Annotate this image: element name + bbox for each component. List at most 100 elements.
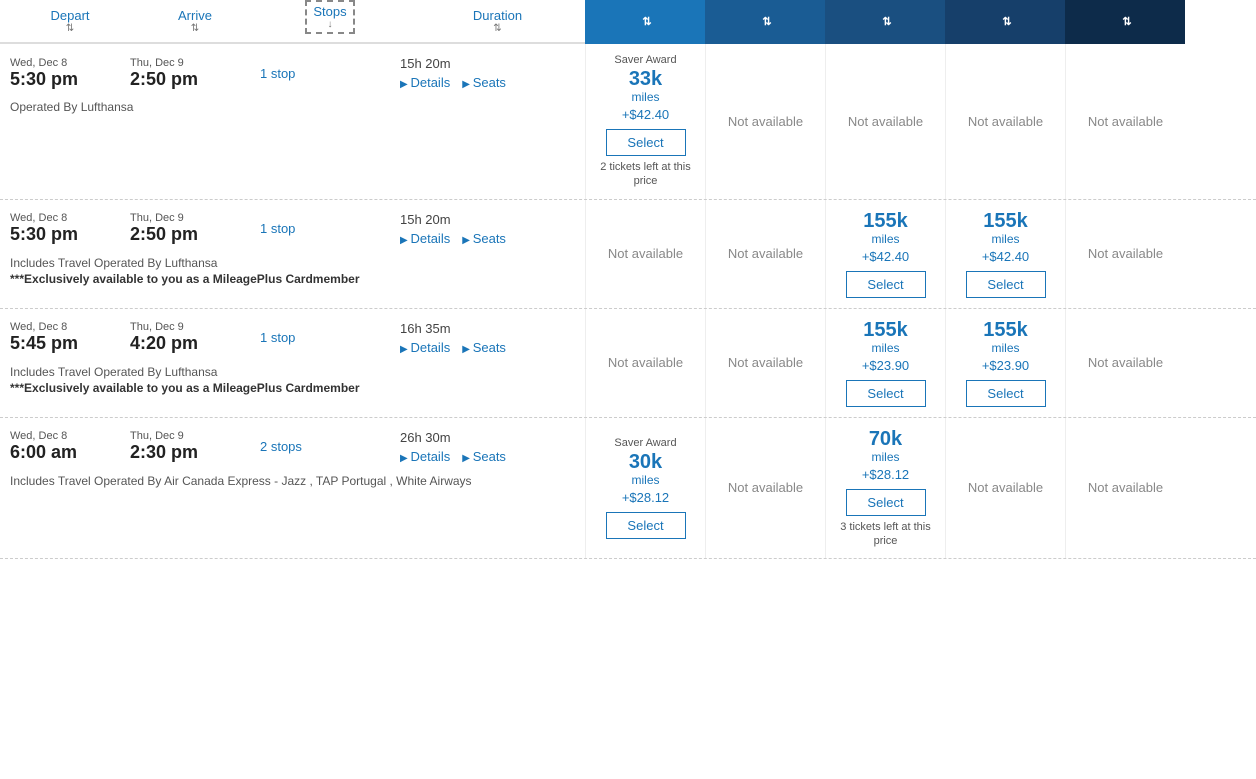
depart-block: Wed, Dec 86:00 am — [10, 430, 130, 463]
arrive-date: Thu, Dec 9 — [130, 430, 260, 442]
business-mixed-fare-cell: 155kmiles+$23.90Select — [825, 309, 945, 417]
select-button[interactable]: Select — [966, 271, 1046, 298]
business-mixed-fare-cell: 155kmiles +$42.40 Select — [825, 200, 945, 308]
depart-label: Depart — [50, 8, 89, 23]
business-header: ⇅ — [945, 0, 1065, 44]
operated-by-label: Includes Travel Operated By Air Canada E… — [10, 474, 575, 488]
arrive-date: Thu, Dec 9 — [130, 57, 260, 69]
depart-time: 5:45 pm — [10, 333, 130, 354]
flight-results-container: Depart ⇅ Arrive ⇅ Stops ↓ Duration ⇅ ⇅ — [0, 0, 1256, 559]
miles-unit: miles — [631, 473, 659, 487]
tickets-left-label: 3 tickets left at this price — [832, 520, 939, 549]
arrive-date: Thu, Dec 9 — [130, 321, 260, 333]
business-sort-icon: ⇅ — [1002, 15, 1011, 29]
sort-stops[interactable]: Stops ↓ — [260, 0, 400, 34]
miles-value: 30k — [629, 451, 662, 473]
economy-fare-cell: Saver Award30kmiles+$28.12Select — [585, 418, 705, 559]
sort-arrive[interactable]: Arrive ⇅ — [130, 8, 260, 34]
miles-value: 155k — [863, 210, 908, 232]
arrive-block: Thu, Dec 92:30 pm — [130, 430, 260, 463]
details-link[interactable]: Details — [400, 231, 450, 246]
depart-date: Wed, Dec 8 — [10, 321, 130, 333]
premium-economy-fare-cell: Not available — [705, 309, 825, 417]
cash-value: +$23.90 — [862, 358, 909, 373]
select-button[interactable]: Select — [966, 380, 1046, 407]
miles-unit: miles — [871, 232, 899, 246]
stops-value: 1 stop — [260, 221, 400, 236]
duration-value: 26h 30m — [400, 430, 595, 445]
miles-unit: miles — [871, 450, 899, 464]
economy-fare-cell: Not available — [585, 309, 705, 417]
not-available-label: Not available — [968, 480, 1043, 495]
flight-info-cell: Wed, Dec 85:30 pmThu, Dec 92:50 pm1 stop… — [0, 44, 585, 199]
cash-value: +$42.40 — [982, 249, 1029, 264]
select-button[interactable]: Select — [606, 512, 686, 539]
not-available-label: Not available — [608, 246, 683, 261]
economy-header: ⇅ — [585, 0, 705, 44]
sort-depart[interactable]: Depart ⇅ — [10, 8, 130, 34]
details-link[interactable]: Details — [400, 340, 450, 355]
not-available-label: Not available — [1088, 114, 1163, 129]
business-fare-cell: 155kmiles+$23.90Select — [945, 309, 1065, 417]
depart-date: Wed, Dec 8 — [10, 430, 130, 442]
table-row: Wed, Dec 85:45 pmThu, Dec 94:20 pm1 stop… — [0, 309, 1256, 418]
miles-unit: miles — [991, 232, 1019, 246]
business-fare-cell: Not available — [945, 418, 1065, 559]
first-mixed-fare-cell: Not available — [1065, 44, 1185, 199]
cash-value: +$28.12 — [862, 467, 909, 482]
miles-value: 33k — [629, 68, 662, 90]
duration-value: 16h 35m — [400, 321, 595, 336]
depart-block: Wed, Dec 85:30 pm — [10, 212, 130, 245]
depart-time: 5:30 pm — [10, 69, 130, 90]
miles-value: 155k — [983, 210, 1028, 232]
table-row: Wed, Dec 85:30 pmThu, Dec 92:50 pm1 stop… — [0, 200, 1256, 309]
award-label: Saver Award — [614, 54, 676, 66]
depart-date: Wed, Dec 8 — [10, 212, 130, 224]
not-available-label: Not available — [968, 114, 1043, 129]
first-mixed-header: ⇅ — [1065, 0, 1185, 44]
operated-by-label: Includes Travel Operated By Lufthansa — [10, 256, 575, 270]
seats-link[interactable]: Seats — [462, 449, 506, 464]
cash-value: +$23.90 — [982, 358, 1029, 373]
not-available-label: Not available — [728, 246, 803, 261]
cash-value: +$42.40 — [862, 249, 909, 264]
not-available-label: Not available — [728, 355, 803, 370]
not-available-label: Not available — [848, 114, 923, 129]
stops-value: 1 stop — [260, 66, 400, 81]
duration-links: 26h 30m Details Seats — [400, 430, 595, 464]
first-mixed-sort-icon: ⇅ — [1122, 15, 1131, 29]
not-available-label: Not available — [728, 114, 803, 129]
award-label: Saver Award — [614, 437, 676, 449]
not-available-label: Not available — [1088, 480, 1163, 495]
duration-value: 15h 20m — [400, 56, 595, 71]
depart-date: Wed, Dec 8 — [10, 57, 130, 69]
table-row: Wed, Dec 85:30 pmThu, Dec 92:50 pm1 stop… — [0, 44, 1256, 200]
miles-value: 70k — [869, 428, 902, 450]
duration-links: 15h 20m Details Seats — [400, 56, 595, 90]
select-button[interactable]: Select — [846, 380, 926, 407]
duration-links: 16h 35m Details Seats — [400, 321, 595, 355]
table-row: Wed, Dec 86:00 amThu, Dec 92:30 pm2 stop… — [0, 418, 1256, 560]
seats-link[interactable]: Seats — [462, 231, 506, 246]
seats-link[interactable]: Seats — [462, 75, 506, 90]
select-button[interactable]: Select — [846, 489, 926, 516]
first-mixed-fare-cell: Not available — [1065, 200, 1185, 308]
business-mixed-fare-cell: Not available — [825, 44, 945, 199]
flight-info-cell: Wed, Dec 86:00 amThu, Dec 92:30 pm2 stop… — [0, 418, 585, 559]
business-mixed-fare-cell: 70kmiles +$28.12 Select 3 tickets left at t… — [825, 418, 945, 559]
not-available-label: Not available — [1088, 246, 1163, 261]
business-fare-cell: Not available — [945, 44, 1065, 199]
flight-info-cell: Wed, Dec 85:30 pmThu, Dec 92:50 pm1 stop… — [0, 200, 585, 308]
duration-label: Duration — [473, 8, 522, 23]
select-button[interactable]: Select — [606, 129, 686, 156]
details-link[interactable]: Details — [400, 449, 450, 464]
sort-duration[interactable]: Duration ⇅ — [400, 8, 595, 34]
not-available-label: Not available — [608, 355, 683, 370]
seats-link[interactable]: Seats — [462, 340, 506, 355]
details-link[interactable]: Details — [400, 75, 450, 90]
economy-sort-icon: ⇅ — [642, 15, 651, 29]
not-available-label: Not available — [1088, 355, 1163, 370]
premium-economy-fare-cell: Not available — [705, 418, 825, 559]
select-button[interactable]: Select — [846, 271, 926, 298]
arrive-date: Thu, Dec 9 — [130, 212, 260, 224]
